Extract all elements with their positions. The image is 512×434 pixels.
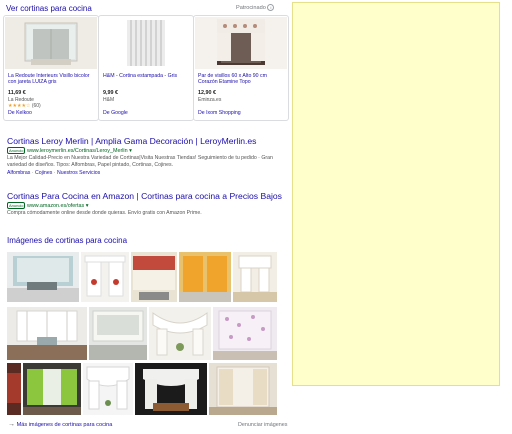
- image-result[interactable]: [179, 252, 231, 302]
- image-result[interactable]: [7, 363, 21, 415]
- sponsored-label[interactable]: Patrocinado i: [236, 4, 275, 11]
- product-image-1[interactable]: [5, 17, 97, 69]
- more-images-link[interactable]: → Más imágenes de cortinas para cocina: [8, 421, 112, 428]
- ad-sitelinks-1: Alfombras · Cojines · Nuestros Servicios: [7, 170, 100, 176]
- image-result[interactable]: [131, 252, 177, 302]
- image-result[interactable]: [81, 252, 129, 302]
- product-via-3[interactable]: De Ixom Shopping: [198, 110, 241, 116]
- product-store-3: Eminza.es: [198, 97, 222, 103]
- rating-count: (60): [31, 103, 41, 109]
- image-result[interactable]: [23, 363, 81, 415]
- image-result[interactable]: [7, 252, 79, 302]
- image-result[interactable]: [89, 307, 147, 360]
- ad-description-1: La Mejor Calidad-Precio en Nuestra Varie…: [7, 155, 273, 169]
- image-result[interactable]: [7, 307, 87, 360]
- product-price-1: 11,69 €: [8, 90, 26, 96]
- dropdown-arrow-icon[interactable]: ▾: [129, 148, 132, 154]
- ad-description-2: Compra cómodamente online desde donde qu…: [7, 210, 202, 216]
- image-result[interactable]: [233, 252, 277, 302]
- product-title-1[interactable]: La Redoute Interieurs Visillo bicolor co…: [8, 73, 96, 85]
- sitelink-nuestros-servicios[interactable]: Nuestros Servicios: [57, 170, 100, 176]
- product-title-3[interactable]: Par de visillos 60 x Alto 90 cm Corazón …: [198, 73, 286, 85]
- images-header[interactable]: Imágenes de cortinas para cocina: [7, 236, 127, 245]
- ad-title-1[interactable]: Cortinas Leroy Merlin | Amplia Gama Deco…: [7, 136, 256, 146]
- separator: ·: [53, 170, 56, 176]
- product-store-2: H&M: [103, 97, 115, 103]
- product-via-2[interactable]: De Google: [103, 110, 128, 116]
- image-result[interactable]: [83, 363, 133, 415]
- product-rating-1: ★★★★☆ (60): [8, 103, 41, 109]
- product-title-2[interactable]: H&M - Cortina estampada - Gris: [103, 73, 191, 79]
- product-price-3: 12,90 €: [198, 90, 216, 96]
- sitelink-alfombras[interactable]: Alfombras: [7, 170, 30, 176]
- product-image-3[interactable]: [195, 17, 287, 69]
- ad-url-line-1: Anuncio www.leroymerlin.es/Cortinas/Lero…: [7, 147, 132, 154]
- info-icon[interactable]: i: [267, 4, 275, 11]
- ad-title-2[interactable]: Cortinas Para Cocina en Amazon | Cortina…: [7, 191, 282, 201]
- side-panel: [292, 2, 500, 386]
- product-card-3[interactable]: Par de visillos 60 x Alto 90 cm Corazón …: [193, 15, 289, 121]
- product-card-1[interactable]: La Redoute Interieurs Visillo bicolor co…: [3, 15, 99, 121]
- shopping-header[interactable]: Ver cortinas para cocina: [6, 4, 92, 13]
- product-card-2[interactable]: H&M - Cortina estampada - Gris 9,99 € H&…: [98, 15, 194, 121]
- ad-url-2[interactable]: www.amazon.es/ofertas: [27, 203, 84, 209]
- dropdown-arrow-icon[interactable]: ▾: [86, 203, 89, 209]
- image-result[interactable]: [149, 307, 211, 360]
- rating-stars-icon: ★★★★☆: [8, 103, 31, 109]
- report-images-link[interactable]: Denunciar imágenes: [238, 422, 287, 428]
- image-result[interactable]: [213, 307, 277, 360]
- image-result[interactable]: [135, 363, 207, 415]
- ad-badge: Anuncio: [7, 147, 26, 154]
- product-via-1[interactable]: De Kelkoo: [8, 110, 32, 116]
- sitelink-cojines[interactable]: Cojines: [35, 170, 52, 176]
- ad-url-line-2: Anuncio www.amazon.es/ofertas ▾: [7, 202, 88, 209]
- ad-badge: Anuncio: [7, 202, 26, 209]
- image-result[interactable]: [209, 363, 277, 415]
- separator: ·: [31, 170, 34, 176]
- arrow-right-icon: →: [8, 421, 15, 428]
- ad-url-1[interactable]: www.leroymerlin.es/Cortinas/Leroy_Merlin: [27, 148, 128, 154]
- more-images-text: Más imágenes de cortinas para cocina: [16, 422, 113, 428]
- sponsored-text: Patrocinado: [236, 4, 266, 11]
- product-price-2: 9,99 €: [103, 90, 118, 96]
- product-image-2[interactable]: [100, 17, 192, 69]
